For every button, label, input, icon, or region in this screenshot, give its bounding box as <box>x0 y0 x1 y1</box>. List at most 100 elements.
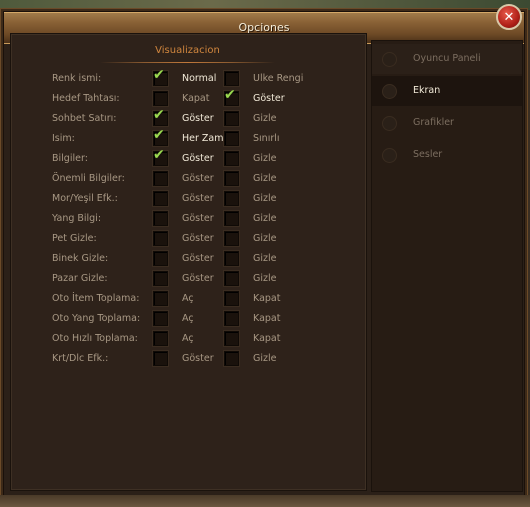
option-row: Krt/Dlc Efk.: ✔ Göster ✔ Gizle <box>0 350 365 370</box>
option-value-1: Her Zaman <box>182 133 226 144</box>
option-checkbox-2[interactable]: ✔ <box>224 351 239 366</box>
option-label: Oto Yang Toplama: <box>52 313 141 324</box>
option-value-2: Ülke Rengi <box>253 73 304 84</box>
option-checkbox-1[interactable]: ✔ <box>153 331 168 346</box>
option-value-2: Göster <box>253 93 285 104</box>
option-checkbox-1[interactable]: ✔ <box>153 147 168 166</box>
option-value-2: Gizle <box>253 233 277 244</box>
option-checkbox-1[interactable]: ✔ <box>153 251 168 266</box>
option-value-1: Göster <box>182 353 214 364</box>
option-value-2: Sınırlı <box>253 133 280 144</box>
option-checkbox-2[interactable]: ✔ <box>224 271 239 286</box>
option-row: Oto Hızlı Toplama: ✔ Aç ✔ Kapat <box>0 330 365 350</box>
option-checkbox-2[interactable]: ✔ <box>224 211 239 226</box>
option-value-1: Göster <box>182 113 214 124</box>
option-row: Yang Bilgi: ✔ Göster ✔ Gizle <box>0 210 365 230</box>
option-checkbox-1[interactable]: ✔ <box>153 271 168 286</box>
section-title: Visualizacion <box>155 45 220 56</box>
tab-label: Sesler <box>413 149 443 160</box>
option-row: Mor/Yeşil Efk.: ✔ Göster ✔ Gizle <box>0 190 365 210</box>
option-label: Isim: <box>52 133 75 144</box>
option-value-1: Göster <box>182 273 214 284</box>
option-label: Pazar Gizle: <box>52 273 108 284</box>
option-value-1: Kapat <box>182 93 210 104</box>
check-icon: ✔ <box>153 107 165 123</box>
check-icon: ✔ <box>224 87 236 103</box>
option-value-2: Kapat <box>253 313 281 324</box>
option-value-2: Kapat <box>253 333 281 344</box>
option-label: Mor/Yeşil Efk.: <box>52 193 118 204</box>
option-label: Sohbet Satırı: <box>52 113 117 124</box>
option-value-2: Kapat <box>253 293 281 304</box>
option-label: Binek Gizle: <box>52 253 109 264</box>
radio-dot-icon <box>382 148 397 163</box>
option-checkbox-1[interactable]: ✔ <box>153 91 168 106</box>
option-row: Pet Gizle: ✔ Göster ✔ Gizle <box>0 230 365 250</box>
option-checkbox-2[interactable]: ✔ <box>224 231 239 246</box>
option-checkbox-2[interactable]: ✔ <box>224 171 239 186</box>
window-bottom-edge <box>0 495 530 507</box>
option-value-1: Normal <box>182 73 217 84</box>
radio-dot-icon <box>382 84 397 99</box>
option-checkbox-1[interactable]: ✔ <box>153 231 168 246</box>
option-value-2: Gizle <box>253 173 277 184</box>
option-label: Oto İtem Toplama: <box>52 293 140 304</box>
tab-oyuncu-paneli[interactable]: Oyuncu Paneli <box>372 44 522 74</box>
radio-dot-icon <box>382 116 397 131</box>
option-value-2: Gizle <box>253 193 277 204</box>
tab-ekran[interactable]: Ekran <box>372 76 522 106</box>
option-checkbox-2[interactable]: ✔ <box>224 311 239 326</box>
option-checkbox-2[interactable]: ✔ <box>224 111 239 126</box>
option-value-2: Gizle <box>253 253 277 264</box>
option-value-1: Göster <box>182 213 214 224</box>
tab-label: Grafikler <box>413 117 454 128</box>
option-checkbox-1[interactable]: ✔ <box>153 311 168 326</box>
option-row: Isim:✔Her Zaman✔Sınırlı <box>0 127 365 150</box>
option-value-1: Aç <box>182 313 194 324</box>
option-checkbox-2[interactable]: ✔ <box>224 291 239 306</box>
option-checkbox-1[interactable]: ✔ <box>153 191 168 206</box>
option-value-1: Aç <box>182 293 194 304</box>
option-checkbox-1[interactable]: ✔ <box>153 351 168 366</box>
category-sidebar: Oyuncu Paneli Ekran Grafikler Sesler <box>371 40 523 492</box>
option-checkbox-1[interactable]: ✔ <box>153 211 168 226</box>
check-icon: ✔ <box>153 127 165 143</box>
option-label: Önemli Bilgiler: <box>52 173 125 184</box>
option-value-2: Gizle <box>253 113 277 124</box>
option-row: Önemli Bilgiler: ✔ Göster ✔ Gizle <box>0 170 365 190</box>
check-icon: ✔ <box>153 147 165 163</box>
option-row: Binek Gizle: ✔ Göster ✔ Gizle <box>0 250 365 270</box>
option-checkbox-2[interactable]: ✔ <box>224 71 239 86</box>
option-value-2: Gizle <box>253 153 277 164</box>
option-checkbox-1[interactable]: ✔ <box>153 107 168 126</box>
option-checkbox-2[interactable]: ✔ <box>224 87 239 106</box>
option-value-2: Gizle <box>253 273 277 284</box>
option-checkbox-2[interactable]: ✔ <box>224 131 239 146</box>
option-value-2: Gizle <box>253 213 277 224</box>
option-checkbox-2[interactable]: ✔ <box>224 191 239 206</box>
option-checkbox-2[interactable]: ✔ <box>224 251 239 266</box>
option-checkbox-2[interactable]: ✔ <box>224 151 239 166</box>
option-label: Hedef Tahtası: <box>52 93 120 104</box>
tab-grafikler[interactable]: Grafikler <box>372 108 522 138</box>
option-value-1: Göster <box>182 173 214 184</box>
option-checkbox-1[interactable]: ✔ <box>153 67 168 86</box>
option-checkbox-1[interactable]: ✔ <box>153 291 168 306</box>
option-row: Pazar Gizle: ✔ Göster ✔ Gizle <box>0 270 365 290</box>
radio-dot-icon <box>382 52 397 67</box>
option-value-1: Aç <box>182 333 194 344</box>
close-button[interactable]: ✕ <box>496 4 522 30</box>
option-value-1: Göster <box>182 193 214 204</box>
option-row: Oto Yang Toplama: ✔ Aç ✔ Kapat <box>0 310 365 330</box>
tab-sesler[interactable]: Sesler <box>372 140 522 170</box>
option-row: Renk ismi: ✔ Normal ✔ Ülke Rengi <box>0 67 365 90</box>
option-checkbox-1[interactable]: ✔ <box>153 171 168 186</box>
option-checkbox-1[interactable]: ✔ <box>153 127 168 146</box>
option-row: Bilgiler: ✔ Göster ✔ Gizle <box>0 147 365 170</box>
option-value-2: Gizle <box>253 353 277 364</box>
tab-label: Oyuncu Paneli <box>413 53 481 64</box>
check-icon: ✔ <box>153 67 165 83</box>
tab-label: Ekran <box>413 85 441 96</box>
option-checkbox-2[interactable]: ✔ <box>224 331 239 346</box>
option-row: Sohbet Satırı: ✔ Göster ✔ Gizle <box>0 107 365 130</box>
